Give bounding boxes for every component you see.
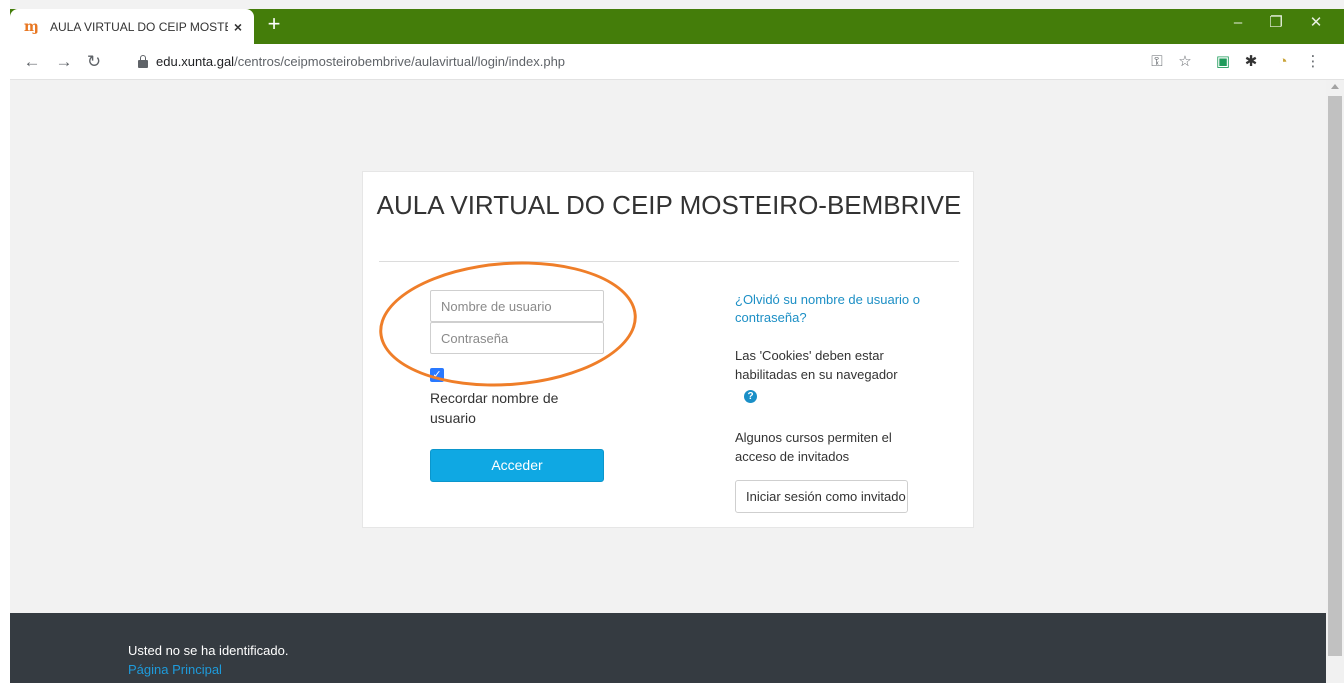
page-footer: Usted no se ha identificado. Página Prin… [10,613,1326,683]
cookies-notice: Las 'Cookies' deben estar habilitadas en… [735,348,898,382]
forgot-password-link[interactable]: ¿Olvidó su nombre de usuario o contraseñ… [735,291,925,327]
home-link[interactable]: Página Principal [128,662,222,677]
guest-login-button[interactable]: Iniciar sesión como invitado [735,480,908,513]
address-bar[interactable]: edu.xunta.gal/centros/ceipmosteirobembri… [156,54,565,69]
forward-icon[interactable]: → [52,50,76,74]
reload-icon[interactable]: ↻ [82,50,106,74]
browser-toolbar: ← → ↻ edu.xunta.gal/centros/ceipmosteiro… [10,44,1344,80]
divider [379,261,959,262]
star-icon[interactable]: ☆ [1174,51,1196,73]
guests-notice: Algunos cursos permiten el acceso de inv… [735,430,892,464]
tab-title: AULA VIRTUAL DO CEIP MOSTEIR [50,19,228,34]
back-icon[interactable]: ← [20,50,44,74]
extension-green-icon[interactable]: ▣ [1212,51,1234,73]
puzzle-icon[interactable]: ✱ [1240,51,1262,73]
remember-checkbox[interactable]: ✓ [430,368,444,382]
new-tab-button[interactable]: + [262,13,286,37]
minimize-icon[interactable]: – [1218,10,1258,36]
menu-dots-icon[interactable]: ⋮ [1302,51,1324,73]
url-host: edu.xunta.gal [156,54,235,69]
login-card: AULA VIRTUAL DO CEIP MOSTEIRO-BEMBRIVE ✓… [362,171,974,528]
close-window-icon[interactable]: ✕ [1296,10,1336,36]
profile-avatar-icon[interactable]: ◔ [1272,51,1294,73]
password-input[interactable] [430,322,604,354]
scroll-thumb[interactable] [1328,96,1342,656]
tab-close-icon[interactable]: × [234,19,242,35]
screen-edge [0,0,10,683]
browser-tab[interactable]: ɱ AULA VIRTUAL DO CEIP MOSTEIR × [10,9,254,44]
moodle-favicon-icon: ɱ [24,18,39,35]
username-input[interactable] [430,290,604,322]
page-title: AULA VIRTUAL DO CEIP MOSTEIRO-BEMBRIVE [376,190,962,220]
login-button[interactable]: Acceder [430,449,604,482]
lock-icon[interactable] [138,55,148,69]
login-status: Usted no se ha identificado. [128,643,289,658]
scroll-up-icon[interactable] [1331,84,1339,89]
remember-label: Recordar nombre de usuario [430,390,559,426]
key-icon[interactable]: ⚿ [1146,51,1168,73]
restore-icon[interactable]: ❐ [1256,10,1296,36]
help-icon[interactable]: ? [744,390,757,403]
url-path: /centros/ceipmosteirobembrive/aulavirtua… [234,54,566,69]
